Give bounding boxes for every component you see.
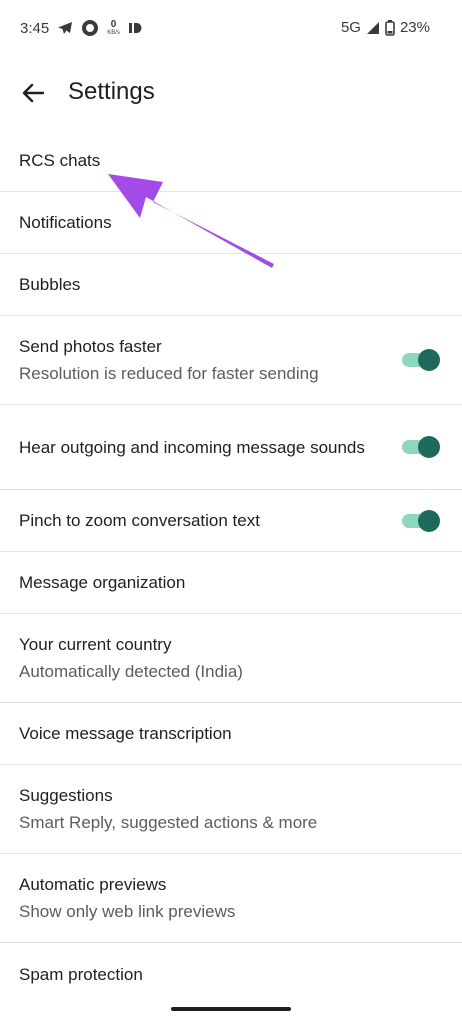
setting-automatic-previews[interactable]: Automatic previews Show only web link pr… <box>0 854 462 943</box>
back-button[interactable] <box>16 76 50 110</box>
network-type: 5G <box>340 19 361 36</box>
setting-subtitle: Show only web link previews <box>19 902 236 921</box>
setting-current-country[interactable]: Your current country Automatically detec… <box>0 614 462 703</box>
settings-list: RCS chats Notifications Bubbles Send pho… <box>0 129 462 1005</box>
toggle-thumb <box>418 349 440 371</box>
setting-title: Hear outgoing and incoming message sound… <box>19 437 365 457</box>
setting-suggestions[interactable]: Suggestions Smart Reply, suggested actio… <box>0 765 462 854</box>
toggle-thumb <box>418 509 440 532</box>
send-photos-faster-toggle[interactable] <box>402 349 440 371</box>
setting-subtitle: Automatically detected (India) <box>19 662 243 681</box>
pinch-to-zoom-toggle[interactable] <box>402 509 440 532</box>
message-sounds-toggle[interactable] <box>402 436 440 458</box>
record-icon <box>81 19 99 37</box>
app-bar: Settings <box>0 62 462 124</box>
net-speed-unit: KB/s <box>107 30 120 36</box>
setting-title: RCS chats <box>19 150 101 170</box>
setting-send-photos-faster[interactable]: Send photos faster Resolution is reduced… <box>0 316 462 405</box>
setting-message-sounds[interactable]: Hear outgoing and incoming message sound… <box>0 405 462 490</box>
setting-bubbles[interactable]: Bubbles <box>0 254 462 316</box>
status-left: 3:45 0 KB/s <box>20 19 142 37</box>
app-notification-icon <box>128 22 142 34</box>
battery-percent: 23% <box>399 19 430 36</box>
setting-message-organization[interactable]: Message organization <box>0 552 462 614</box>
page-title: Settings <box>68 78 155 105</box>
setting-title: Send photos faster <box>19 337 162 356</box>
setting-pinch-to-zoom[interactable]: Pinch to zoom conversation text <box>0 490 462 552</box>
setting-title: Suggestions <box>19 786 113 805</box>
arrow-left-icon <box>22 83 44 103</box>
status-bar: 3:45 0 KB/s 5G 23% <box>0 0 462 60</box>
setting-title: Bubbles <box>19 275 81 294</box>
setting-title: Notifications <box>19 213 112 232</box>
setting-title: Automatic previews <box>19 875 167 894</box>
setting-subtitle: Smart Reply, suggested actions & more <box>19 813 318 832</box>
setting-title: Your current country <box>19 635 172 654</box>
status-right: 5G 23% <box>341 19 430 36</box>
setting-spam-protection[interactable]: Spam protection <box>0 943 462 1005</box>
setting-voice-transcription[interactable]: Voice message transcription <box>0 703 462 765</box>
setting-title: Voice message transcription <box>19 724 232 743</box>
net-speed: 0 KB/s <box>107 19 120 37</box>
net-speed-value: 0 <box>110 19 117 30</box>
setting-subtitle: Resolution is reduced for faster sending <box>19 364 319 383</box>
setting-notifications[interactable]: Notifications <box>0 192 462 254</box>
setting-title: Message organization <box>19 573 186 592</box>
telegram-icon <box>57 21 73 35</box>
signal-icon <box>366 21 380 35</box>
gesture-bar[interactable] <box>171 1007 291 1011</box>
screen: 3:45 0 KB/s 5G 23% Settings RCS chats No… <box>0 0 462 1024</box>
setting-title: Spam protection <box>19 964 143 984</box>
battery-icon <box>385 19 395 36</box>
setting-rcs-chats[interactable]: RCS chats <box>0 129 462 192</box>
setting-title: Pinch to zoom conversation text <box>19 511 260 530</box>
status-time: 3:45 <box>20 19 50 37</box>
toggle-thumb <box>418 436 440 458</box>
